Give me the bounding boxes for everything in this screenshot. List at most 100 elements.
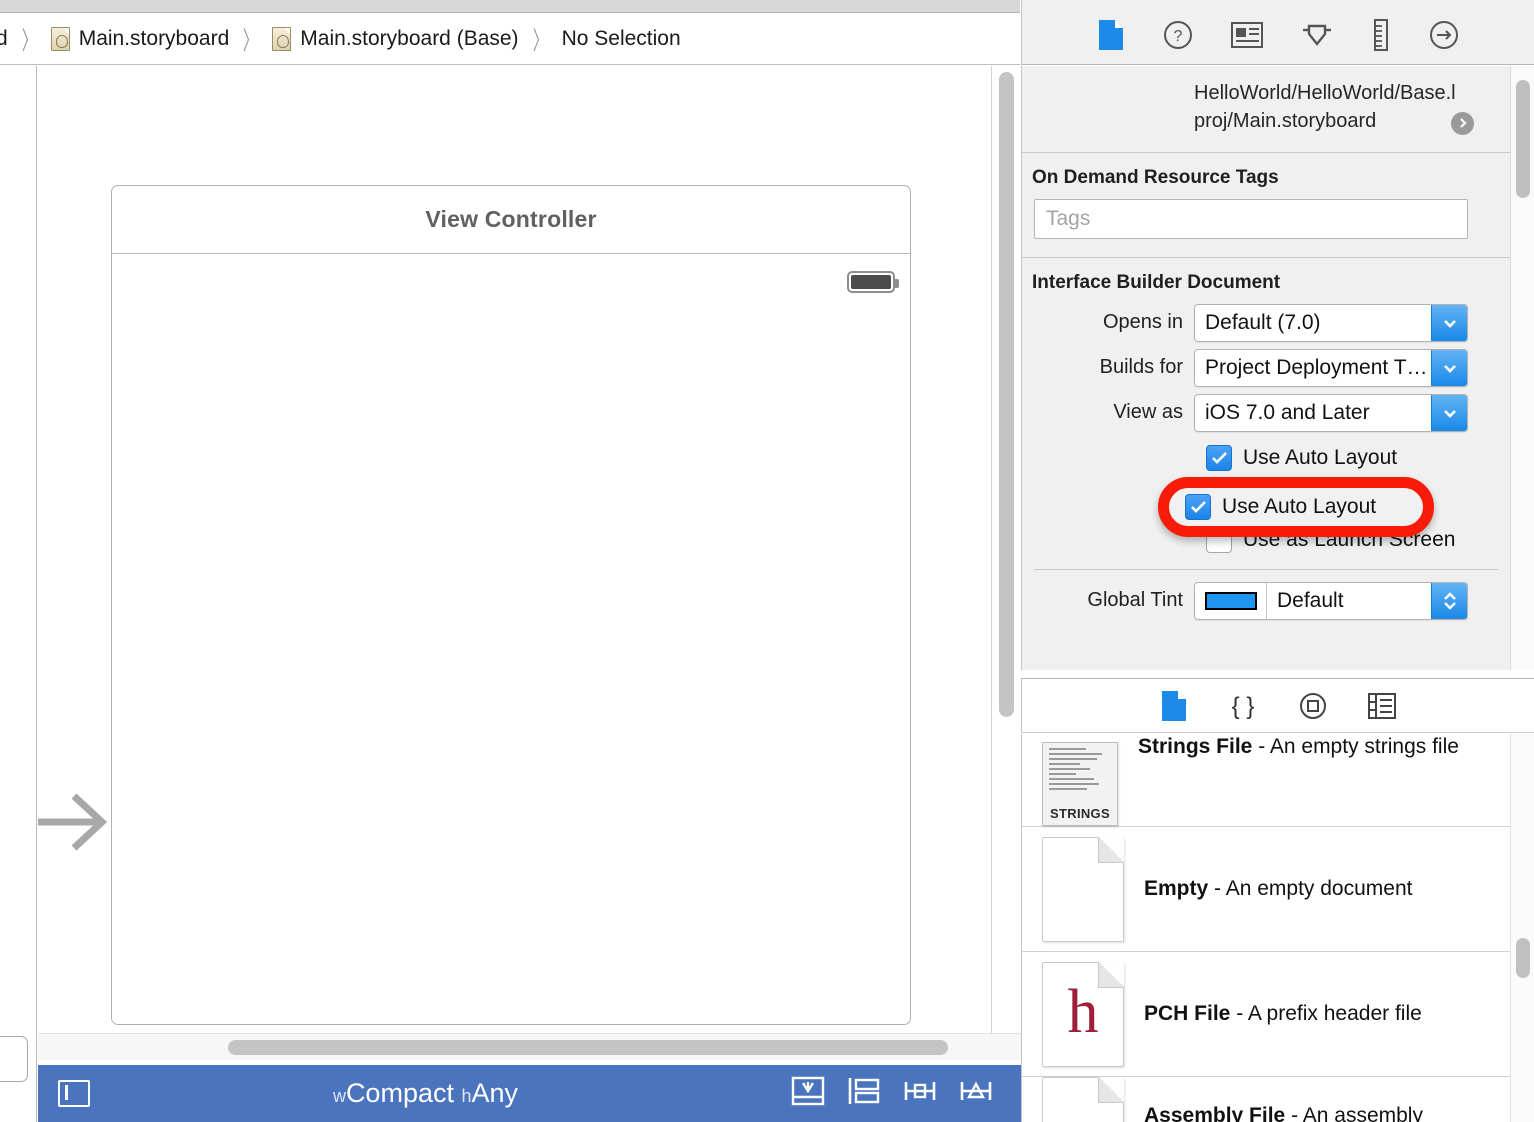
global-tint-value: Default: [1267, 589, 1431, 613]
breadcrumb-item-label: Main.storyboard (Base): [300, 27, 518, 51]
auto-layout-pin-icon[interactable]: [847, 1076, 881, 1111]
media-library-tab[interactable]: [1368, 693, 1396, 719]
tags-input[interactable]: Tags: [1034, 199, 1468, 239]
opens-in-row: Opens in Default (7.0): [1022, 304, 1510, 342]
auto-layout-resolve-icon[interactable]: [791, 1076, 825, 1111]
chevron-down-icon: [1431, 350, 1467, 386]
list-item-name: Empty: [1144, 877, 1208, 900]
navigator-collapsed-panel[interactable]: [0, 1036, 28, 1082]
strings-file-icon: STRINGS: [1042, 742, 1118, 826]
breadcrumb-item-main-storyboard-base[interactable]: Main.storyboard (Base): [272, 27, 518, 51]
size-class-width-value: Compact: [346, 1078, 454, 1108]
list-item[interactable]: h PCH File - A prefix header file: [1022, 952, 1510, 1077]
connections-inspector-tab[interactable]: [1429, 20, 1459, 50]
storyboard-canvas[interactable]: View Controller: [38, 66, 990, 1033]
breadcrumb-separator-icon: 〉: [21, 21, 37, 57]
section-title: Interface Builder Document: [1032, 272, 1510, 294]
use-as-launch-screen-checkbox[interactable]: [1206, 527, 1232, 553]
file-inspector-tab[interactable]: [1097, 18, 1125, 52]
view-as-select[interactable]: iOS 7.0 and Later: [1194, 394, 1468, 432]
use-auto-layout-row[interactable]: Use Auto Layout: [1022, 439, 1510, 477]
global-tint-color-swatch: [1205, 592, 1257, 610]
list-item-text: Strings File - An empty strings file: [1138, 734, 1459, 761]
size-class-height-prefix: h: [462, 1086, 472, 1106]
breadcrumb-item-label: Main.storyboard: [79, 27, 230, 51]
file-template-library-list[interactable]: STRINGS Strings File - An empty strings …: [1021, 734, 1510, 1122]
opens-in-select[interactable]: Default (7.0): [1194, 304, 1468, 342]
reveal-in-finder-arrow-icon[interactable]: [1451, 112, 1474, 135]
list-item-description: - An empty document: [1208, 877, 1412, 900]
list-item-name: Assembly File: [1144, 1104, 1285, 1122]
canvas-horizontal-scroll-thumb[interactable]: [228, 1040, 948, 1055]
breadcrumb-item-no-selection[interactable]: No Selection: [562, 27, 681, 51]
auto-layout-resize-icon[interactable]: [959, 1076, 993, 1111]
inspector-scroll-thumb[interactable]: [1516, 80, 1530, 198]
library-vertical-scrollbar[interactable]: [1510, 734, 1534, 1122]
interface-builder-document-section: Interface Builder Document Opens in Defa…: [1022, 258, 1510, 634]
list-item-text: Assembly File - An assembly: [1144, 1103, 1423, 1122]
library-tab-bar: { }: [1021, 678, 1534, 733]
section-title: On Demand Resource Tags: [1032, 167, 1510, 189]
svg-text:{ }: { }: [1232, 693, 1255, 720]
size-class-bar: wCompact hAny: [38, 1065, 1021, 1122]
size-class-width-prefix: w: [333, 1086, 346, 1106]
builds-for-value: Project Deployment T…: [1195, 356, 1431, 380]
breadcrumb-item-main-storyboard[interactable]: Main.storyboard: [51, 27, 230, 51]
view-controller-scene[interactable]: View Controller: [111, 185, 911, 1025]
auto-layout-align-icon[interactable]: [903, 1076, 937, 1111]
strings-icon-word: STRINGS: [1043, 806, 1117, 821]
left-panel-toggle-icon[interactable]: [58, 1080, 90, 1107]
breadcrumb: d 〉 Main.storyboard 〉 Main.storyboard (B…: [0, 13, 1020, 65]
list-item-text: PCH File - A prefix header file: [1144, 1001, 1422, 1028]
canvas-horizontal-scrollbar[interactable]: [38, 1033, 1021, 1060]
section-divider: [1034, 569, 1498, 570]
builds-for-label: Builds for: [1022, 356, 1194, 379]
file-inspector-panel: HelloWorld/HelloWorld/Base.lproj/Main.st…: [1021, 66, 1510, 670]
view-controller-header: View Controller: [112, 186, 910, 254]
list-item[interactable]: STRINGS Strings File - An empty strings …: [1022, 734, 1510, 827]
chevron-down-icon: [1431, 395, 1467, 431]
library-scroll-thumb[interactable]: [1516, 938, 1530, 978]
list-item-name: PCH File: [1144, 1002, 1230, 1025]
pch-file-icon: h: [1042, 962, 1124, 1067]
view-as-row: View as iOS 7.0 and Later: [1022, 394, 1510, 432]
use-as-launch-screen-label: Use as Launch Screen: [1243, 528, 1455, 552]
tags-placeholder: Tags: [1046, 207, 1090, 231]
list-item[interactable]: Assembly File - An assembly: [1022, 1077, 1510, 1122]
assembly-file-icon: [1042, 1077, 1124, 1122]
size-inspector-tab[interactable]: [1371, 19, 1391, 51]
list-item[interactable]: Empty - An empty document: [1022, 827, 1510, 952]
window-top-strip: [0, 0, 1020, 13]
canvas-vertical-scrollbar[interactable]: [991, 66, 1021, 1033]
stepper-up-down-icon[interactable]: [1431, 583, 1467, 619]
file-path-block: HelloWorld/HelloWorld/Base.lproj/Main.st…: [1022, 66, 1510, 153]
list-item-description: - A prefix header file: [1230, 1002, 1421, 1025]
global-tint-swatch-button[interactable]: [1195, 583, 1267, 619]
size-class-label[interactable]: wCompact hAny: [60, 1078, 791, 1109]
object-library-tab[interactable]: [1298, 691, 1328, 721]
battery-icon: [847, 271, 895, 293]
file-template-library-tab[interactable]: [1160, 689, 1188, 723]
list-item-name: Strings File: [1138, 735, 1252, 758]
view-as-value: iOS 7.0 and Later: [1195, 401, 1431, 425]
chevron-down-icon: [1431, 305, 1467, 341]
code-snippet-library-tab[interactable]: { }: [1228, 691, 1258, 721]
builds-for-select[interactable]: Project Deployment T…: [1194, 349, 1468, 387]
inspector-tab-bar: ?: [1021, 0, 1534, 65]
canvas-vertical-scroll-thumb[interactable]: [999, 72, 1014, 717]
breadcrumb-separator-icon: 〉: [532, 21, 548, 57]
quick-help-inspector-tab[interactable]: ?: [1163, 20, 1193, 50]
use-auto-layout-checkbox-highlighted[interactable]: [1185, 494, 1211, 520]
highlighted-use-auto-layout-row[interactable]: Use Auto Layout: [1185, 487, 1376, 527]
use-auto-layout-checkbox[interactable]: [1206, 445, 1232, 471]
pch-icon-glyph: h: [1068, 981, 1099, 1043]
view-controller-view[interactable]: [112, 254, 910, 1024]
global-tint-select[interactable]: Default: [1194, 582, 1468, 620]
page-title: View Controller: [425, 206, 596, 233]
opens-in-label: Opens in: [1022, 311, 1194, 334]
file-path-text: HelloWorld/HelloWorld/Base.lproj/Main.st…: [1194, 80, 1464, 136]
identity-inspector-tab[interactable]: [1231, 22, 1263, 48]
storyboard-file-icon: [51, 27, 70, 51]
attributes-inspector-tab[interactable]: [1301, 20, 1333, 50]
inspector-vertical-scrollbar[interactable]: [1510, 66, 1534, 670]
